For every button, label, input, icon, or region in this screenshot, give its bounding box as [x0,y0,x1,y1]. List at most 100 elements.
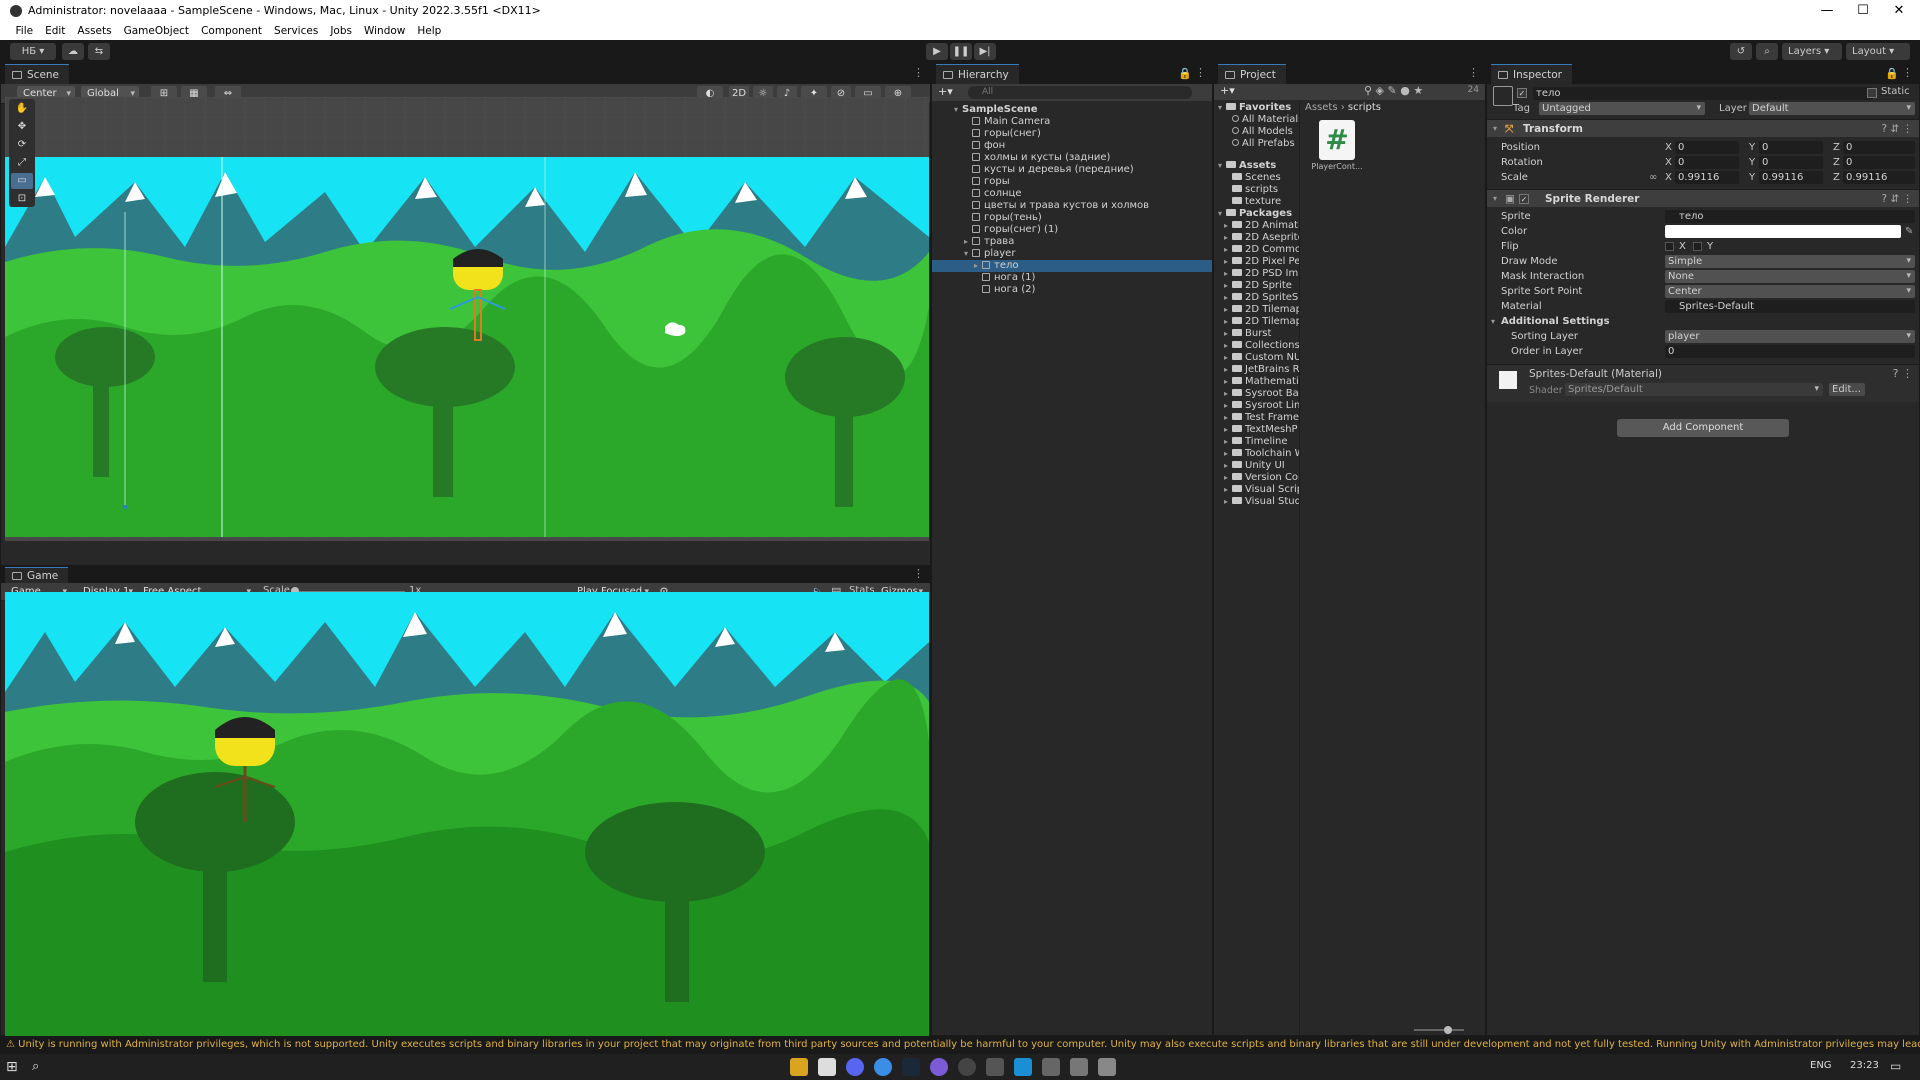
sprite-field[interactable]: тело [1665,210,1915,223]
project-tree-item[interactable]: ▸ TextMeshP [1224,424,1299,436]
hierarchy-menu-icon[interactable]: ⋮ [1195,66,1206,79]
rotation-x-field[interactable]: 0 [1675,156,1739,169]
project-tree-item[interactable]: ▸ Visual Studi [1224,496,1299,508]
tab-scene[interactable]: Scene [5,64,70,84]
project-tree-item[interactable]: ▸ 2D SpriteSh [1224,292,1299,304]
undo-history-icon[interactable]: ↺ [1730,43,1752,60]
project-tree-item[interactable]: ▸ Custom NU [1224,352,1299,364]
layers-dropdown[interactable]: Layers ▾ [1782,43,1842,60]
tab-project[interactable]: Project [1218,64,1286,84]
project-tree-item[interactable]: ▸ Test Frame [1224,412,1299,424]
viber-icon[interactable] [930,1058,948,1076]
unity-editor-icon[interactable] [1098,1058,1116,1076]
project-tree-item[interactable]: ▸ 2D Sprite [1224,280,1299,292]
menu-help[interactable]: Help [411,22,447,40]
menu-services[interactable]: Services [268,22,324,40]
add-component-button[interactable]: Add Component [1617,419,1789,437]
hierarchy-item[interactable]: горы [932,176,1212,188]
project-tree-item[interactable]: ▸ Version Cor [1224,472,1299,484]
project-tree-item[interactable]: ▸ 2D Tilemap [1224,316,1299,328]
hierarchy-item[interactable]: нога (1) [932,272,1212,284]
rotate-tool-icon[interactable]: ⟳ [11,137,33,153]
position-x-field[interactable]: 0 [1675,141,1739,154]
terminal-icon[interactable] [1070,1058,1088,1076]
eyedropper-icon[interactable]: ✎ [1905,224,1913,239]
project-tree-item[interactable]: ▾ Assets [1218,160,1299,172]
sorting-layer-dropdown[interactable]: player [1665,330,1915,343]
add-object-button[interactable]: +▾ [938,85,953,98]
transform-tool-icon[interactable]: ⊡ [11,191,33,207]
hierarchy-item[interactable]: холмы и кусты (задние) [932,152,1212,164]
vscode-icon[interactable] [1014,1058,1032,1076]
move-tool-icon[interactable]: ✥ [11,119,33,135]
project-tree-item[interactable]: ▸ 2D PSD Imp [1224,268,1299,280]
sprite-renderer-menu-icon[interactable]: ? ⇵ ⋮ [1881,190,1913,208]
edit-shader-button[interactable]: Edit... [1829,383,1865,396]
tab-game[interactable]: Game [5,567,69,583]
hierarchy-item[interactable]: Main Camera [932,116,1212,128]
lock-icon[interactable]: 🔒 [1178,67,1192,80]
project-tree-item[interactable]: scripts [1232,184,1299,196]
collab-icon[interactable]: ⇆ [88,43,110,60]
project-tree-item[interactable]: ▸ Toolchain W [1224,448,1299,460]
tab-hierarchy[interactable]: Hierarchy [936,64,1019,84]
project-tree-item[interactable]: ▸ Unity UI [1224,460,1299,472]
inspector-menu-icon[interactable]: ⋮ [1902,66,1913,79]
project-tree-item[interactable]: ▸ Visual Scrip [1224,484,1299,496]
tag-dropdown[interactable]: Untagged [1539,102,1705,115]
color-field[interactable] [1665,225,1901,238]
project-tree-item[interactable]: ▸ Burst [1224,328,1299,340]
hierarchy-item[interactable]: горы(снег) (1) [932,224,1212,236]
project-tree-item[interactable]: ▸ JetBrains R [1224,364,1299,376]
close-icon[interactable]: ✕ [1876,0,1920,22]
project-tree-item[interactable]: ▸2D Animation [1224,220,1299,232]
store-icon[interactable] [986,1058,1004,1076]
unity-hub-icon[interactable] [1042,1058,1060,1076]
sort-point-dropdown[interactable]: Center [1665,285,1915,298]
project-tree-item[interactable]: texture [1232,196,1299,208]
menu-edit[interactable]: Edit [39,22,71,40]
pause-button[interactable]: ❚❚ [950,43,972,60]
draw-mode-dropdown[interactable]: Simple [1665,255,1915,268]
rect-tool-icon[interactable]: ▭ [11,173,33,189]
object-name-field[interactable]: тело [1533,87,1873,100]
telegram-icon[interactable] [874,1058,892,1076]
rotation-z-field[interactable]: 0 [1843,156,1915,169]
project-tree-item[interactable]: ▾ Favorites [1218,102,1299,114]
hierarchy-item[interactable]: нога (2) [932,284,1212,296]
create-asset-button[interactable]: +▾ [1220,84,1235,97]
rotation-y-field[interactable]: 0 [1759,156,1823,169]
app-icon[interactable] [958,1058,976,1076]
project-tree-item[interactable]: ▸ Sysroot Bas [1224,388,1299,400]
sprite-renderer-enabled-checkbox[interactable]: ✓ [1519,194,1529,204]
layout-dropdown[interactable]: Layout ▾ [1846,43,1910,60]
hierarchy-item[interactable]: ▸ тело [932,260,1212,272]
menu-assets[interactable]: Assets [71,22,117,40]
layer-dropdown[interactable]: Default [1749,102,1915,115]
project-tree-item[interactable]: ▸ 2D Tilemap [1224,304,1299,316]
position-y-field[interactable]: 0 [1759,141,1823,154]
inspector-lock-icon[interactable]: 🔒 [1885,67,1899,80]
position-z-field[interactable]: 0 [1843,141,1915,154]
notifications-icon[interactable]: ▭ [1890,1059,1901,1073]
project-tree-item[interactable]: ▸ Sysroot Lin [1224,400,1299,412]
hierarchy-item[interactable]: солнце [932,188,1212,200]
scale-z-field[interactable]: 0.99116 [1843,171,1915,184]
project-tree-item[interactable]: ▸ Collections [1224,340,1299,352]
hierarchy-item[interactable]: цветы и трава кустов и холмов [932,200,1212,212]
constrain-proportions-icon[interactable]: ∞ [1649,170,1657,185]
static-checkbox[interactable] [1867,88,1877,98]
scale-tool-icon[interactable]: ⤢ [11,155,33,171]
order-in-layer-field[interactable]: 0 [1665,345,1915,358]
project-tree-item[interactable]: All Materials [1232,114,1299,126]
scene-root[interactable]: ▾ SampleScene [932,104,1212,116]
flip-x-checkbox[interactable] [1665,242,1674,251]
menu-component[interactable]: Component [195,22,268,40]
game-viewport[interactable] [5,592,929,1036]
project-tree-item[interactable]: Scenes [1232,172,1299,184]
status-warning-text[interactable]: Unity is running with Administrator priv… [18,1039,1920,1050]
icon-size-handle[interactable] [1444,1026,1452,1034]
game-panel-menu-icon[interactable]: ⋮ [913,567,924,580]
sprite-renderer-header[interactable]: ▾ ▣ ✓ Sprite Renderer ? ⇵ ⋮ [1487,189,1919,207]
project-menu-icon[interactable]: ⋮ [1468,66,1479,79]
